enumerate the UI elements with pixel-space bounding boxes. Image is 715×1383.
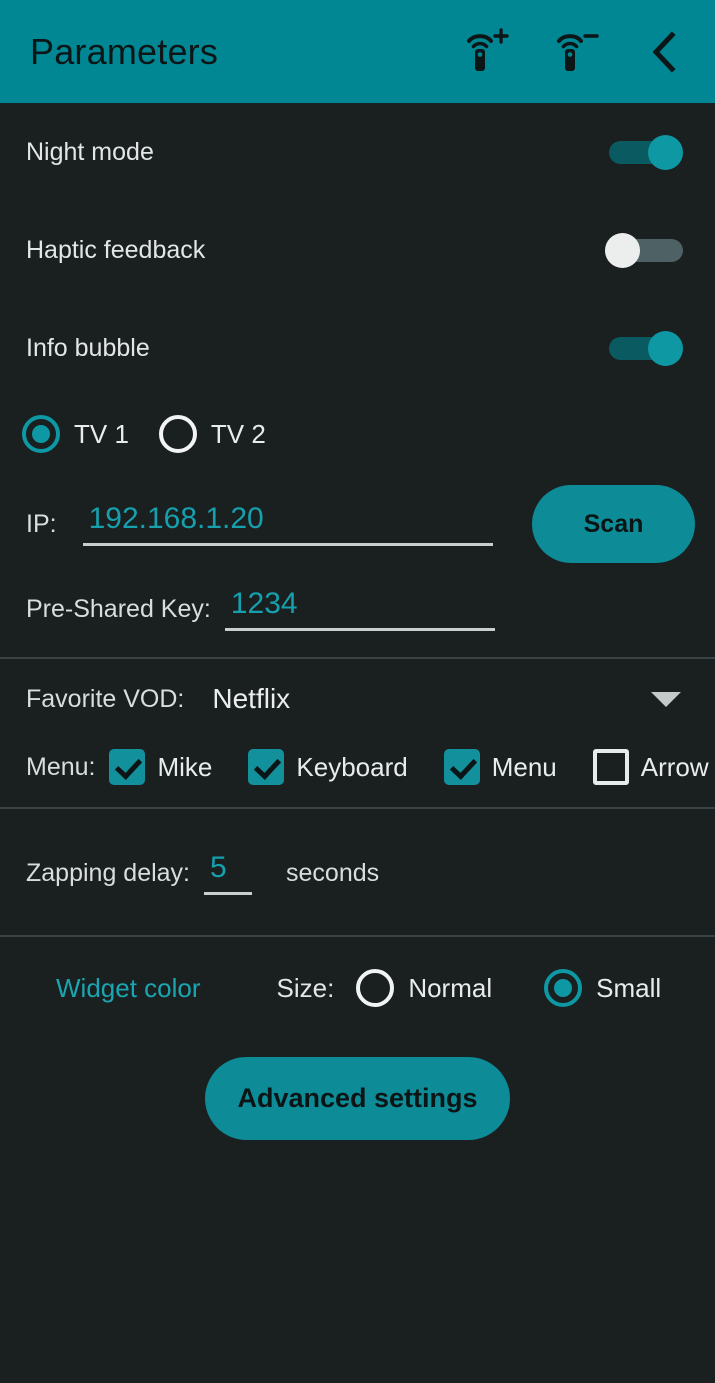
menu-checkbox-row: Menu: Mike Keyboard Menu Arrow [0, 715, 715, 785]
checkbox-group-mike[interactable]: Mike [109, 749, 234, 785]
haptic-feedback-label: Haptic feedback [26, 235, 206, 264]
radio-tv-2[interactable] [158, 415, 197, 453]
size-label: Size: [276, 972, 335, 1003]
radio-group-small[interactable]: Small [544, 969, 691, 1007]
setting-row-night-mode[interactable]: Night mode [0, 103, 715, 201]
radio-tv-1[interactable] [22, 415, 60, 453]
checkbox-group-menu[interactable]: Menu [443, 749, 579, 785]
haptic-feedback-toggle[interactable] [605, 228, 683, 272]
app-bar: Parameters [0, 0, 715, 103]
radio-size-normal-label: Normal [408, 972, 493, 1003]
ip-label: IP: [26, 509, 57, 538]
radio-size-small[interactable] [544, 969, 583, 1007]
night-mode-label: Night mode [26, 137, 154, 166]
checkbox-menu-label: Menu [491, 751, 557, 782]
toggle-knob [648, 331, 683, 366]
widget-size-row: Widget color Size: Normal Small [0, 969, 715, 1007]
pre-shared-key-input[interactable]: 1234 [224, 587, 495, 631]
radio-tv-2-label: TV 2 [210, 418, 266, 449]
ip-row: IP: 192.168.1.20 Scan [0, 469, 715, 569]
favorite-vod-label: Favorite VOD: [26, 684, 185, 713]
favorite-vod-row[interactable]: Favorite VOD: Netflix [0, 683, 715, 715]
vod-section: Favorite VOD: Netflix Menu: Mike Keyboar… [0, 659, 715, 807]
setting-row-info-bubble[interactable]: Info bubble [0, 299, 715, 397]
checkbox-keyboard-label: Keyboard [296, 751, 408, 782]
checkbox-group-keyboard[interactable]: Keyboard [248, 749, 429, 785]
chevron-left-icon[interactable] [643, 25, 685, 79]
checkbox-keyboard[interactable] [248, 749, 285, 785]
tv-selector: TV 1 TV 2 [0, 397, 715, 469]
checkbox-group-arrow[interactable]: Arrow [592, 749, 715, 785]
checkbox-mike-label: Mike [157, 751, 213, 782]
checkbox-arrow-label: Arrow [640, 751, 709, 782]
radio-size-normal[interactable] [356, 969, 395, 1007]
advanced-settings-button[interactable]: Advanced settings [205, 1057, 510, 1140]
widget-color-link[interactable]: Widget color [56, 973, 201, 1004]
ip-input[interactable]: 192.168.1.20 [82, 502, 493, 546]
widget-section: Widget color Size: Normal Small Advanced… [0, 937, 715, 1140]
info-bubble-label: Info bubble [26, 333, 150, 362]
checkbox-arrow[interactable] [592, 749, 629, 785]
remote-remove-icon[interactable] [553, 25, 599, 79]
pre-shared-key-label: Pre-Shared Key: [26, 594, 211, 623]
toggle-knob [648, 135, 683, 170]
night-mode-toggle[interactable] [605, 130, 683, 174]
info-bubble-toggle[interactable] [605, 326, 683, 370]
remote-add-icon[interactable] [463, 25, 509, 79]
page-title: Parameters [30, 30, 219, 72]
zapping-delay-label: Zapping delay: [26, 858, 191, 887]
scan-button[interactable]: Scan [532, 485, 695, 563]
toggle-knob [605, 233, 640, 268]
zapping-delay-row: Zapping delay: 5 seconds [0, 809, 715, 935]
parameters-screen: Parameters Night mode Haptic feedback In… [0, 0, 715, 1383]
zapping-delay-input[interactable]: 5 [204, 851, 253, 895]
radio-group-normal[interactable]: Normal [356, 969, 522, 1007]
radio-size-small-label: Small [596, 972, 662, 1003]
pre-shared-key-row: Pre-Shared Key: 1234 [0, 569, 715, 657]
setting-row-haptic-feedback[interactable]: Haptic feedback [0, 201, 715, 299]
checkbox-menu[interactable] [443, 749, 480, 785]
checkbox-mike[interactable] [109, 749, 146, 785]
chevron-down-icon[interactable] [651, 691, 681, 707]
app-bar-actions [463, 25, 689, 79]
radio-tv-1-label: TV 1 [74, 418, 129, 449]
zapping-delay-unit: seconds [286, 858, 380, 887]
favorite-vod-value: Netflix [212, 683, 291, 714]
menu-label: Menu: [26, 752, 96, 781]
